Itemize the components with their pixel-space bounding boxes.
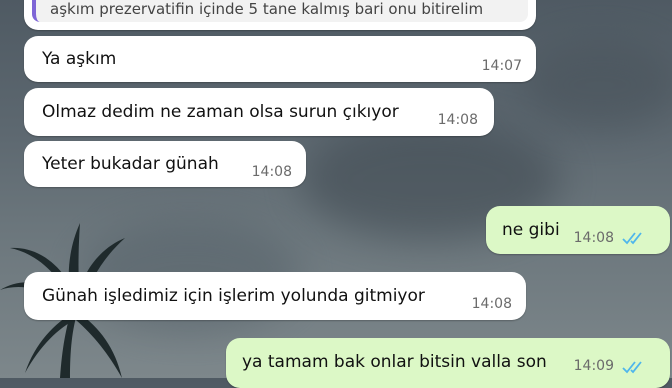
message-bubble-incoming[interactable]: Ya aşkım 14:07 [24, 36, 536, 82]
message-text: Yeter bukadar günah [42, 154, 219, 174]
message-time: 14:08 [471, 296, 512, 312]
message-text: Olmaz dedim ne zaman olsa surun çıkıyor [42, 102, 399, 122]
message-text: Ya aşkım [42, 49, 117, 69]
background-cloud [520, 40, 672, 130]
message-text: ne gibi [502, 220, 560, 240]
message-time: 14:08 [251, 164, 292, 180]
message-text: Günah işledimiz için işlerim yolunda git… [42, 286, 425, 306]
message-time: 14:09 [573, 358, 614, 374]
message-bubble-outgoing[interactable]: ya tamam bak onlar bitsin valla son 14:0… [226, 338, 670, 388]
quoted-message-bubble[interactable]: aşkım prezervatifin içinde 5 tane kalmış… [24, 0, 536, 30]
message-time: 14:07 [481, 58, 522, 74]
message-text: ya tamam bak onlar bitsin valla son [242, 352, 547, 372]
message-time: 14:08 [437, 112, 478, 128]
read-double-check-icon [622, 232, 642, 245]
message-bubble-incoming[interactable]: Yeter bukadar günah 14:08 [24, 141, 306, 187]
quoted-message-preview[interactable]: aşkım prezervatifin içinde 5 tane kalmış… [32, 0, 528, 22]
message-bubble-incoming[interactable]: Günah işledimiz için işlerim yolunda git… [24, 272, 526, 320]
message-bubble-incoming[interactable]: Olmaz dedim ne zaman olsa surun çıkıyor … [24, 88, 494, 136]
message-bubble-outgoing[interactable]: ne gibi 14:08 [486, 206, 670, 254]
quoted-message-text: aşkım prezervatifin içinde 5 tane kalmış… [50, 0, 484, 18]
read-double-check-icon [622, 361, 642, 374]
message-time: 14:08 [573, 230, 614, 246]
